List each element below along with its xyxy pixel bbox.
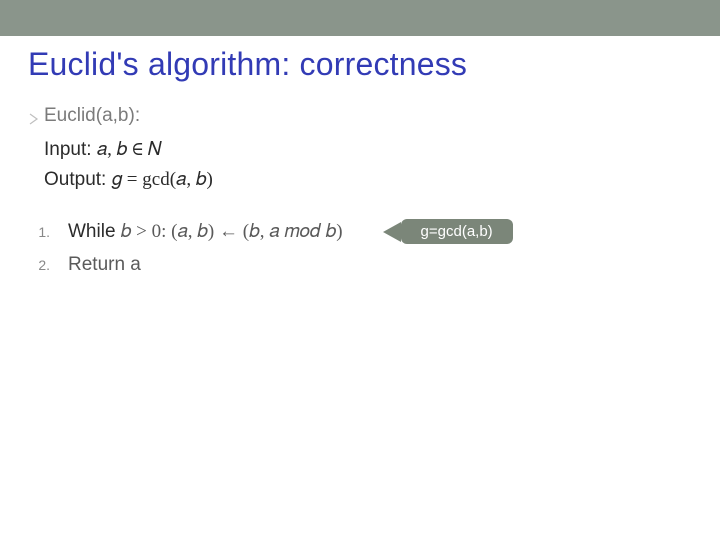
- step-math: 𝑏 > 0: (𝑎, 𝑏) ← (𝑏, 𝑎 𝑚𝑜𝑑 𝑏): [121, 221, 343, 243]
- page-title: Euclid's algorithm: correctness: [28, 46, 720, 83]
- steps-list: 1. While 𝑏 > 0: (𝑎, 𝑏) ← (𝑏, 𝑎 𝑚𝑜𝑑 𝑏) g=…: [28, 219, 720, 276]
- slide-body: Euclid's algorithm: correctness Euclid(a…: [0, 46, 720, 276]
- callout-invariant: g=gcd(a,b): [401, 219, 513, 244]
- step-keyword: While: [68, 221, 116, 243]
- step-1: 1. While 𝑏 > 0: (𝑎, 𝑏) ← (𝑏, 𝑎 𝑚𝑜𝑑 𝑏) g=…: [28, 219, 720, 244]
- spec-output: Output: 𝑔 = gcd(𝑎, 𝑏): [28, 169, 720, 191]
- step-number: 2.: [28, 257, 68, 273]
- top-bar: [0, 0, 720, 36]
- chevron-right-icon: [28, 109, 44, 131]
- input-label: Input:: [44, 139, 92, 161]
- step-2: 2. Return a: [28, 254, 720, 276]
- step-body: Return a: [68, 254, 141, 276]
- spec-name: Euclid(a,b):: [28, 105, 720, 131]
- output-math: 𝑔 = gcd(𝑎, 𝑏): [112, 169, 213, 191]
- spec-name-text: Euclid(a,b):: [44, 105, 140, 127]
- callout-label: g=gcd(a,b): [401, 219, 513, 244]
- spec-input: Input: 𝑎, 𝑏 ∈ 𝑁: [28, 139, 720, 161]
- step-number: 1.: [28, 224, 68, 240]
- input-math: 𝑎, 𝑏 ∈ 𝑁: [97, 139, 162, 161]
- output-label: Output:: [44, 169, 106, 191]
